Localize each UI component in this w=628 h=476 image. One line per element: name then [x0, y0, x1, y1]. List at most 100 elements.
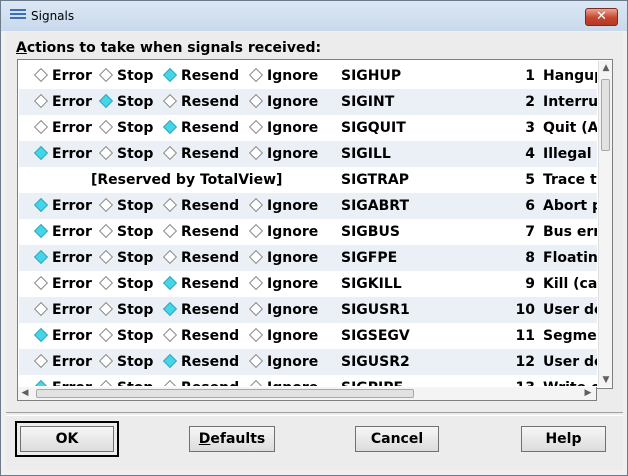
- diamond-radio-icon: [33, 67, 49, 83]
- option-label: Error: [52, 276, 92, 292]
- option-resend-radio[interactable]: Resend: [162, 297, 239, 323]
- signal-description: Quit (ASCII FS): [543, 120, 597, 136]
- signal-number: 6: [525, 198, 535, 214]
- option-ignore-radio[interactable]: Ignore: [248, 297, 318, 323]
- signal-number: 7: [525, 224, 535, 240]
- diamond-radio-icon: [248, 275, 264, 291]
- option-stop-radio[interactable]: Stop: [98, 245, 153, 271]
- option-label: Stop: [117, 68, 154, 84]
- option-error-radio[interactable]: Error: [33, 245, 92, 271]
- signal-name: SIGTRAP: [341, 172, 409, 188]
- option-error-radio[interactable]: Error: [33, 323, 92, 349]
- option-ignore-radio[interactable]: Ignore: [248, 349, 318, 375]
- option-stop-radio[interactable]: Stop: [98, 193, 154, 219]
- defaults-button[interactable]: Defaults: [189, 426, 275, 452]
- option-label: Resend: [181, 224, 240, 240]
- option-label: Stop: [117, 380, 153, 386]
- option-ignore-radio[interactable]: Ignore: [248, 63, 318, 89]
- scroll-right-icon[interactable]: ▶: [581, 387, 595, 399]
- diamond-radio-icon: [98, 379, 114, 386]
- option-error-radio[interactable]: Error: [33, 297, 92, 323]
- option-label: Stop: [117, 198, 154, 214]
- vertical-scrollbar[interactable]: ▲ ▼: [598, 61, 612, 387]
- option-resend-radio[interactable]: Resend: [162, 115, 239, 141]
- option-error-radio[interactable]: Error: [33, 271, 92, 297]
- scroll-left-icon[interactable]: ◀: [18, 387, 32, 399]
- option-stop-radio[interactable]: Stop: [98, 297, 154, 323]
- diamond-radio-icon: [33, 327, 49, 343]
- vertical-scroll-thumb[interactable]: [601, 79, 610, 151]
- option-ignore-radio[interactable]: Ignore: [248, 219, 318, 245]
- reserved-label: [Reserved by TotalView]: [91, 172, 283, 188]
- signal-row: Error Stop Resend Ignore SIGUSR1 10 User defin…: [19, 297, 597, 323]
- option-label: Stop: [117, 302, 154, 318]
- option-resend-radio[interactable]: Resend: [162, 375, 239, 386]
- diamond-radio-icon: [162, 249, 178, 265]
- option-stop-radio[interactable]: Stop: [98, 271, 153, 297]
- option-resend-radio[interactable]: Resend: [162, 63, 240, 89]
- option-stop-radio[interactable]: Stop: [98, 141, 153, 167]
- diamond-radio-icon: [98, 67, 114, 83]
- diamond-radio-icon: [33, 353, 49, 369]
- diamond-radio-icon: [33, 197, 49, 213]
- diamond-radio-icon: [33, 119, 49, 135]
- signal-description: Segmentation violation: [543, 328, 597, 344]
- diamond-radio-icon: [98, 145, 114, 161]
- signal-name: SIGBUS: [341, 224, 400, 240]
- option-stop-radio[interactable]: Stop: [98, 115, 153, 141]
- option-ignore-radio[interactable]: Ignore: [248, 193, 318, 219]
- option-stop-radio[interactable]: Stop: [98, 349, 153, 375]
- diamond-radio-icon: [98, 327, 114, 343]
- option-error-radio[interactable]: Error: [33, 89, 92, 115]
- signal-list[interactable]: Error Stop Resend Ignore SIGHUP 1 Hangup Error S…: [17, 59, 613, 389]
- diamond-radio-icon: [162, 223, 178, 239]
- option-stop-radio[interactable]: Stop: [98, 375, 153, 386]
- option-error-radio[interactable]: Error: [33, 349, 92, 375]
- option-label: Resend: [181, 380, 239, 386]
- signal-row: Error Stop Resend Ignore SIGINT 2 Interrupt: [19, 89, 597, 115]
- cancel-button[interactable]: Cancel: [355, 426, 439, 452]
- option-resend-radio[interactable]: Resend: [162, 89, 239, 115]
- scroll-down-icon[interactable]: ▼: [599, 373, 612, 387]
- diamond-radio-icon: [33, 93, 49, 109]
- option-ignore-radio[interactable]: Ignore: [248, 375, 318, 386]
- diamond-radio-icon: [33, 145, 49, 161]
- ok-button[interactable]: OK: [15, 421, 119, 457]
- horizontal-scrollbar[interactable]: ◀ ▶: [17, 387, 597, 401]
- close-button[interactable]: ✕: [585, 8, 618, 26]
- diamond-radio-icon: [162, 275, 178, 291]
- option-ignore-radio[interactable]: Ignore: [248, 89, 318, 115]
- option-ignore-radio[interactable]: Ignore: [248, 141, 318, 167]
- option-ignore-radio[interactable]: Ignore: [248, 271, 319, 297]
- horizontal-scroll-thumb[interactable]: [36, 389, 414, 398]
- option-resend-radio[interactable]: Resend: [162, 141, 239, 167]
- option-resend-radio[interactable]: Resend: [162, 349, 239, 375]
- signal-number: 13: [495, 375, 535, 386]
- option-error-radio[interactable]: Error: [33, 219, 92, 245]
- option-label: Resend: [181, 68, 240, 84]
- option-resend-radio[interactable]: Resend: [162, 271, 239, 297]
- option-ignore-radio[interactable]: Ignore: [248, 245, 318, 271]
- option-ignore-radio[interactable]: Ignore: [248, 115, 318, 141]
- option-error-radio[interactable]: Error: [33, 193, 92, 219]
- option-resend-radio[interactable]: Resend: [162, 245, 239, 271]
- option-stop-radio[interactable]: Stop: [98, 219, 153, 245]
- option-stop-radio[interactable]: Stop: [98, 323, 153, 349]
- option-stop-radio[interactable]: Stop: [98, 89, 153, 115]
- option-resend-radio[interactable]: Resend: [162, 193, 239, 219]
- option-error-radio[interactable]: Error: [33, 63, 92, 89]
- option-ignore-radio[interactable]: Ignore: [248, 323, 318, 349]
- option-label: Error: [52, 68, 92, 84]
- scroll-up-icon[interactable]: ▲: [599, 61, 612, 75]
- option-stop-radio[interactable]: Stop: [98, 63, 154, 89]
- option-error-radio[interactable]: Error: [33, 375, 92, 386]
- diamond-radio-icon: [98, 119, 114, 135]
- option-resend-radio[interactable]: Resend: [162, 323, 239, 349]
- option-resend-radio[interactable]: Resend: [162, 219, 240, 245]
- help-button[interactable]: Help: [521, 426, 606, 452]
- option-error-radio[interactable]: Error: [33, 141, 92, 167]
- option-error-radio[interactable]: Error: [33, 115, 92, 141]
- option-label: Ignore: [267, 276, 319, 292]
- diamond-radio-icon: [162, 67, 178, 83]
- signal-row: Error Stop Resend Ignore SIGFPE 8 Floating poi…: [19, 245, 597, 271]
